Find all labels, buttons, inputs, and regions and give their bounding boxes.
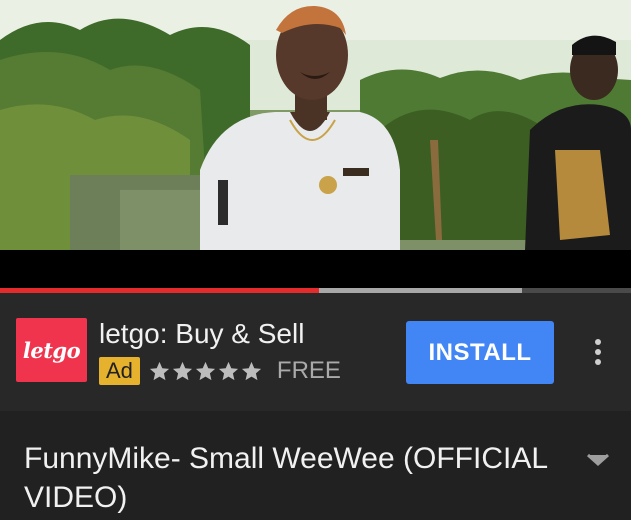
video-frame	[0, 0, 631, 250]
chevron-down-icon[interactable]	[585, 450, 611, 468]
ad-badge: Ad	[99, 357, 140, 385]
star-icon	[218, 361, 239, 380]
star-icon	[195, 361, 216, 380]
star-icon	[241, 361, 262, 380]
video-player[interactable]	[0, 0, 631, 250]
install-button[interactable]: INSTALL	[406, 321, 554, 384]
ad-app-title[interactable]: letgo: Buy & Sell	[99, 318, 304, 350]
more-vert-icon[interactable]	[584, 329, 612, 375]
ad-card[interactable]: letgo letgo: Buy & Sell Ad FREE INSTALL	[0, 293, 631, 411]
ad-logo-text: letgo	[22, 337, 81, 363]
star-icon	[149, 361, 170, 380]
watch-page: letgo letgo: Buy & Sell Ad FREE INSTALL …	[0, 0, 631, 520]
ad-app-logo[interactable]: letgo	[16, 318, 87, 382]
video-title[interactable]: FunnyMike- Small WeeWee (OFFICIAL VIDEO)	[24, 439, 564, 517]
ad-price: FREE	[276, 357, 341, 384]
ad-meta-row: Ad FREE	[99, 357, 341, 385]
star-icon	[172, 361, 193, 380]
video-letterbox	[0, 250, 631, 288]
ad-rating-stars	[148, 360, 263, 383]
